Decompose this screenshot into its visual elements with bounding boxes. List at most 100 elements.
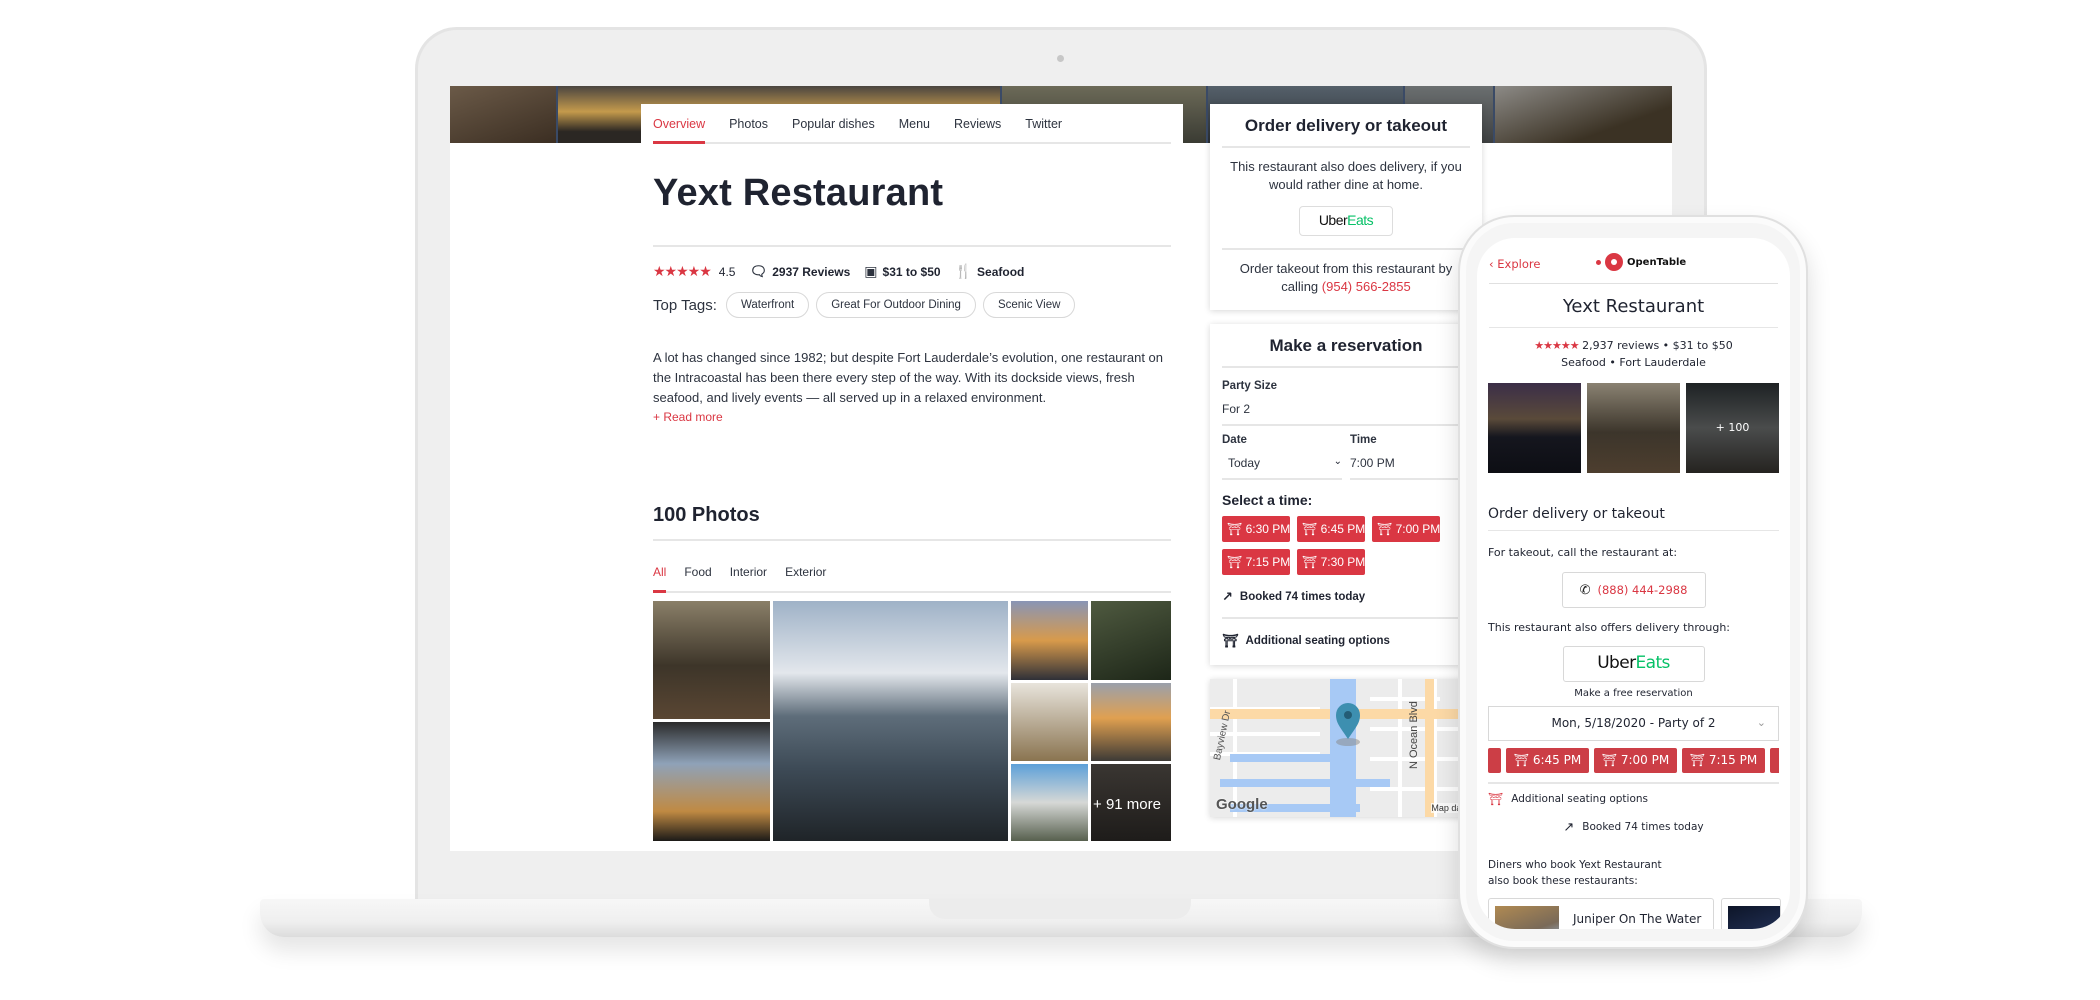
additional-seating-link[interactable]: ⛩ Additional seating options — [1222, 633, 1470, 649]
restaurant-title: Yext Restaurant — [653, 172, 944, 214]
divider — [653, 245, 1171, 247]
hero-photo — [450, 86, 559, 143]
comment-icon: 🗨 — [749, 263, 768, 279]
tab-photos[interactable]: Photos — [729, 104, 768, 144]
mobile-delivery-text: This restaurant also offers delivery thr… — [1488, 621, 1730, 634]
mobile-photo-row: + 100 — [1488, 383, 1779, 473]
table-icon: ⛩ — [1302, 555, 1321, 569]
tab-twitter[interactable]: Twitter — [1025, 104, 1062, 144]
time-slot-button[interactable]: ⛩ 6:45 PM — [1297, 516, 1365, 542]
mobile-booked-count: ↗ Booked 74 times today — [1477, 820, 1790, 835]
recommended-restaurant-name: Juniper On The Water — [1573, 911, 1702, 926]
laptop-camera — [1057, 55, 1064, 62]
restaurant-thumb — [1495, 905, 1559, 929]
review-count[interactable]: 2937 Reviews — [772, 265, 850, 279]
money-icon: ▣ — [864, 263, 878, 279]
photo-thumb[interactable] — [1488, 383, 1581, 473]
takeout-text-block: Order takeout from this restaurant by ca… — [1210, 250, 1482, 310]
time-slot-button[interactable]: ⛩ 7:15 PM — [1682, 748, 1765, 773]
call-button[interactable]: ✆ (888) 444-2988 — [1561, 572, 1706, 608]
nav-tab-bar: Overview Photos Popular dishes Menu Revi… — [641, 104, 1183, 144]
table-icon: ⛩ — [1377, 522, 1396, 536]
map[interactable]: Bayview Dr N Ocean Blvd Google Map data … — [1210, 679, 1482, 817]
mobile-meta-line2: Seafood • Fort Lauderdale — [1561, 356, 1706, 369]
booked-text: Booked 74 times today — [1582, 821, 1704, 833]
time-select[interactable]: Time 7:00 PM — [1350, 434, 1470, 480]
photo-tab-food[interactable]: Food — [684, 565, 711, 591]
photo-thumb-more[interactable]: + 100 — [1686, 383, 1779, 473]
party-size-select[interactable]: Party Size For 2 — [1222, 368, 1470, 426]
logo-ring-icon — [1605, 253, 1623, 271]
eats-logo-text: Eats — [1347, 212, 1374, 228]
mobile-restaurant-title: Yext Restaurant — [1489, 296, 1778, 328]
takeout-phone-link[interactable]: (954) 566-2855 — [1322, 279, 1411, 294]
table-icon: ⛩ — [1689, 753, 1709, 767]
select-time-heading: Select a time: — [1222, 492, 1313, 508]
photo-tab-exterior[interactable]: Exterior — [785, 565, 826, 591]
photo-thumb[interactable] — [653, 722, 770, 841]
tag-chip[interactable]: Scenic View — [982, 292, 1076, 318]
photo-tab-interior[interactable]: Interior — [730, 565, 767, 591]
rating-stars-icon: ★★★★★ — [1534, 339, 1579, 352]
mobile-meta-line1: 2,937 reviews • $31 to $50 — [1582, 339, 1733, 352]
additional-seating-text: Additional seating options — [1245, 635, 1390, 647]
time-slot-button[interactable]: ⛩ 7:00 PM — [1372, 516, 1440, 542]
restaurant-description: A lot has changed since 1982; but despit… — [653, 350, 1164, 405]
back-link[interactable]: ‹ Explore — [1489, 257, 1540, 271]
photo-thumb[interactable] — [653, 601, 770, 719]
chevron-down-icon: ⌄ — [1756, 716, 1766, 729]
photo-thumb[interactable] — [1091, 683, 1171, 761]
uber-eats-button[interactable]: UberEats — [1562, 646, 1705, 682]
time-slot-button[interactable]: ⛩ 6:45 PM — [1506, 748, 1589, 773]
utensils-icon: 🍴 — [954, 263, 973, 279]
more-photos-label: + 100 — [1715, 421, 1750, 434]
uber-eats-button[interactable]: UberEats — [1299, 206, 1393, 236]
recommended-restaurant-card[interactable] — [1721, 897, 1781, 929]
time-slot-button[interactable] — [1488, 748, 1501, 773]
table-icon: ⛩ — [1488, 791, 1504, 806]
table-icon: ⛩ — [1222, 633, 1239, 648]
tab-overview[interactable]: Overview — [653, 104, 706, 144]
photo-thumb-more[interactable]: + 91 more — [1091, 764, 1171, 841]
photo-thumb[interactable] — [1587, 383, 1680, 473]
tab-reviews[interactable]: Reviews — [954, 104, 1001, 144]
eats-logo-text: Eats — [1635, 653, 1671, 673]
time-slot-button[interactable]: ⛩ 7:15 PM — [1222, 549, 1290, 575]
table-icon: ⛩ — [1227, 555, 1246, 569]
more-photos-label: + 91 more — [1093, 796, 1161, 813]
photo-tab-all[interactable]: All — [653, 565, 667, 593]
tab-menu[interactable]: Menu — [899, 104, 930, 144]
sidebar: Order delivery or takeout This restauran… — [1210, 104, 1482, 831]
time-slot-button[interactable]: ⛩ 6:30 PM — [1222, 516, 1290, 542]
hero-photo — [1495, 86, 1672, 143]
date-select[interactable]: Date Today ⌄ — [1222, 434, 1342, 480]
photo-thumb[interactable] — [1011, 683, 1088, 761]
time-slot-button[interactable]: ⛩ 7:30 PM — [1297, 549, 1365, 575]
tab-popular-dishes[interactable]: Popular dishes — [792, 104, 875, 144]
top-tags-label: Top Tags: — [653, 296, 717, 314]
photo-thumb[interactable] — [1011, 764, 1088, 841]
additional-seating-link[interactable]: ⛩ Additional seating options — [1488, 792, 1779, 806]
additional-seating-text: Additional seating options — [1511, 792, 1649, 805]
tag-chip[interactable]: Waterfront — [725, 292, 810, 318]
date-party-select[interactable]: Mon, 5/18/2020 - Party of 2 ⌄ — [1488, 706, 1779, 741]
photo-thumb[interactable] — [773, 601, 1008, 841]
recommended-restaurant-card[interactable]: Juniper On The Water — [1488, 897, 1714, 929]
mobile-order-title: Order delivery or takeout — [1488, 506, 1779, 531]
photo-thumb[interactable] — [1091, 601, 1171, 680]
photo-thumb[interactable] — [1011, 601, 1088, 680]
read-more-link[interactable]: + Read more — [653, 410, 1171, 424]
time-slot-button[interactable]: ⛩ 7:00 PM — [1594, 748, 1677, 773]
opentable-logo: OpenTable — [1596, 253, 1686, 271]
booked-count: ↗ Booked 74 times today — [1222, 589, 1470, 605]
divider — [1488, 782, 1779, 784]
time-slots: ⛩ 6:30 PM ⛩ 6:45 PM ⛩ 7:00 PM ⛩ 7:15 PM … — [1222, 516, 1452, 575]
map-street-label: N Ocean Blvd — [1408, 701, 1420, 769]
uber-logo-text: Uber — [1318, 212, 1348, 228]
photos-title: 100 Photos — [653, 504, 760, 526]
divider — [1222, 617, 1470, 619]
tag-chip[interactable]: Great For Outdoor Dining — [816, 292, 976, 318]
time-slot-button[interactable] — [1770, 748, 1779, 773]
date-label: Date — [1222, 434, 1247, 446]
delivery-text: This restaurant also does delivery, if y… — [1230, 159, 1462, 192]
